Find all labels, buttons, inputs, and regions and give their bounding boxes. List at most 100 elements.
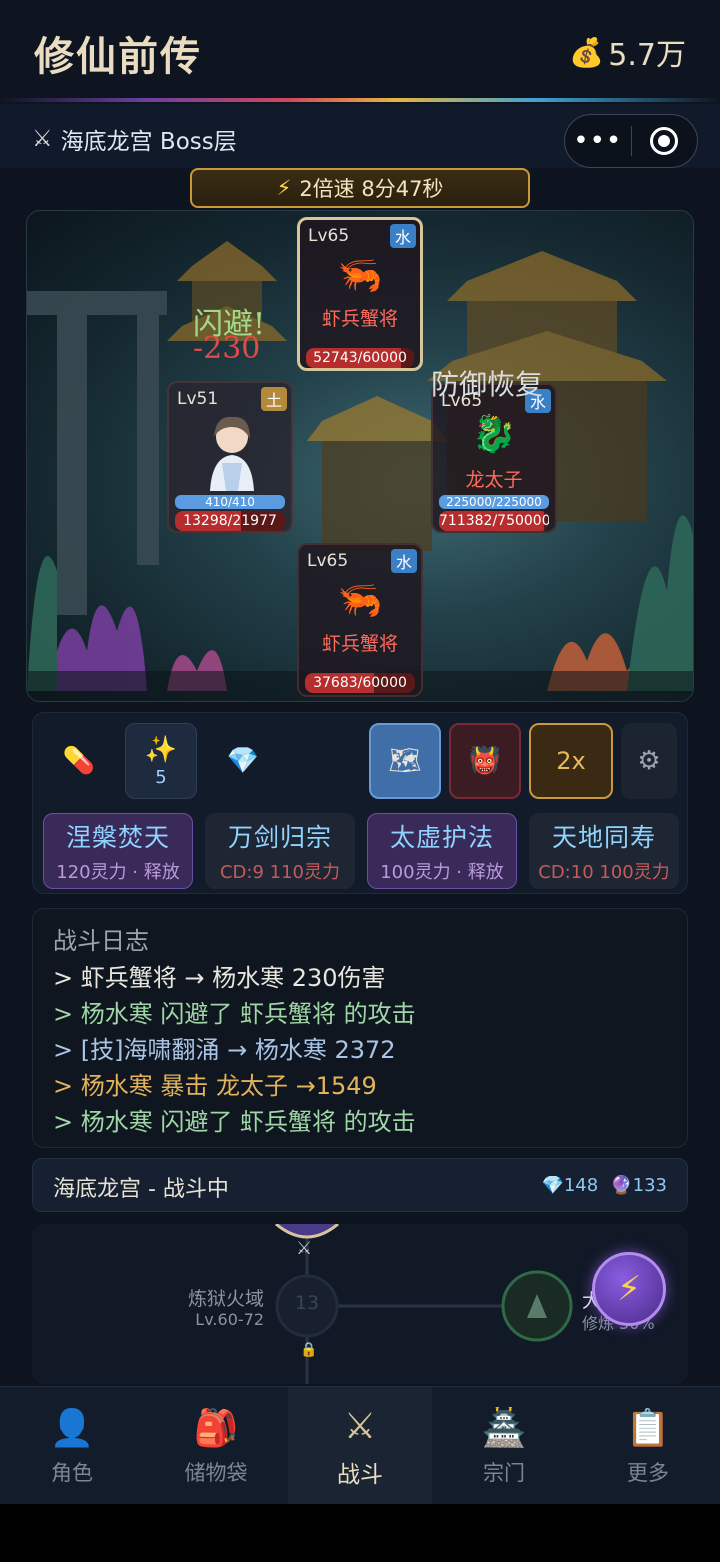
close-button[interactable] — [632, 127, 698, 155]
defense-restore-text: 防御恢复 — [431, 368, 544, 401]
backpack-icon: 🎒 — [193, 1408, 239, 1449]
crossed-swords-icon: ⚔ — [296, 1238, 313, 1259]
pill-button[interactable]: 💊 — [43, 723, 115, 799]
diamond-button[interactable]: 💎 — [207, 723, 279, 799]
speed-timer: ⚡ 2倍速 8分47秒 — [190, 168, 530, 208]
map-icon: 🗺 — [388, 746, 422, 776]
log-line: > 虾兵蟹将 → 杨水寒 230伤害 — [53, 964, 386, 992]
miniprogram-capsule: ••• — [564, 114, 698, 168]
node-name: 炼狱火域 — [187, 1288, 264, 1310]
bottom-tab-bar: 👤 角色 🎒 储物袋 ⚔ 战斗 🏯 宗门 📋 更多 — [0, 1386, 720, 1505]
skill-desc: CD:9 110灵力 — [219, 862, 341, 883]
lock-icon: 🔒 — [300, 1342, 318, 1358]
gold-display: 💰 5.7万 — [569, 30, 686, 74]
enemy-card-bottom[interactable]: Lv65 水 🦐 虾兵蟹将 37683/60000 — [297, 543, 423, 697]
boss-card[interactable]: Lv65 水 🐉 龙太子 225000/225000 711382/750000 — [431, 383, 557, 533]
status-text: 海底龙宫 - 战斗中 — [53, 1177, 229, 1202]
system-nav-area — [0, 1504, 720, 1562]
log-line: > 杨水寒 闪避了 虾兵蟹将 的攻击 — [53, 1000, 416, 1028]
demon-icon: 👹 — [468, 746, 502, 776]
diamond-icon: 💎 — [226, 746, 260, 776]
tab-inventory[interactable]: 🎒 储物袋 — [144, 1387, 288, 1505]
player-card[interactable]: Lv51 土 410/410 13298/21977 — [167, 381, 293, 533]
enemy-card-top[interactable]: Lv65 水 🦐 虾兵蟹将 52743/60000 — [297, 217, 423, 371]
world-map-strip[interactable]: ⚔ 炼狱火域 Lv.60-72 13 🔒 大 修炼 50% — [32, 1224, 688, 1384]
element-badge: 水 — [390, 224, 416, 248]
mp-text: 410/410 — [205, 495, 255, 509]
more-menu-button[interactable]: ••• — [565, 128, 631, 154]
stage-title: ⚔ 海底龙宫 Boss层 — [32, 122, 237, 156]
skill-name: 万剑归宗 — [227, 823, 332, 852]
skill-nirvana[interactable]: 涅槃焚天 120灵力 · 释放 — [43, 813, 193, 889]
item-count: 5 — [155, 766, 167, 788]
skill-heaven[interactable]: 天地同寿 CD:10 100灵力 — [529, 813, 679, 889]
unit-level: Lv65 — [308, 226, 350, 246]
crossed-swords-icon: ⚔ — [343, 1406, 377, 1447]
skill-name: 天地同寿 — [551, 823, 656, 852]
tab-label: 角色 — [51, 1461, 93, 1485]
log-line: > 杨水寒 暴击 龙太子 →1549 — [53, 1072, 377, 1100]
app-title: 修仙前传 — [34, 33, 202, 80]
top-bar: 修仙前传 💰 5.7万 — [0, 0, 720, 100]
orb-count: 🔮133 — [610, 1175, 667, 1196]
log-line: > 杨水寒 闪避了 虾兵蟹将 的攻击 — [53, 1108, 416, 1136]
lightning-icon: ⚡ — [276, 176, 292, 200]
tab-more[interactable]: 📋 更多 — [576, 1387, 720, 1505]
clipboard-icon: 📋 — [625, 1408, 671, 1449]
gear-icon: ⚙ — [637, 746, 661, 776]
skill-name: 涅槃焚天 — [65, 823, 170, 852]
settings-button[interactable]: ⚙ — [621, 723, 677, 799]
hp-bar: 52743/60000 — [306, 348, 414, 368]
tab-label: 宗门 — [483, 1461, 525, 1485]
tab-battle[interactable]: ⚔ 战斗 — [288, 1387, 432, 1505]
battle-arena: Lv65 水 🦐 虾兵蟹将 52743/60000 Lv51 土 410/410… — [26, 210, 694, 702]
tab-character[interactable]: 👤 角色 — [0, 1387, 144, 1505]
diamond-count: 💎148 — [541, 1175, 599, 1196]
speed-label: 2倍速 8分47秒 — [299, 177, 444, 201]
stage-name: 海底龙宫 Boss层 — [60, 129, 237, 155]
rainbow-divider — [0, 98, 720, 102]
demon-button[interactable]: 👹 — [449, 723, 521, 799]
sparkle-button[interactable]: ✨ 5 — [125, 723, 197, 799]
shrimp-icon: 🦐 — [337, 580, 383, 621]
shrimp-icon: 🦐 — [337, 255, 383, 296]
skill-desc: 120灵力 · 释放 — [56, 862, 180, 883]
player-avatar — [210, 416, 254, 491]
hp-text: 13298/21977 — [183, 513, 277, 529]
dragon-icon: 🐉 — [471, 414, 517, 455]
hp-bar: 37683/60000 — [305, 673, 415, 693]
hp-bar: 711382/750000 — [439, 511, 549, 531]
element-badge: 土 — [261, 387, 287, 411]
speed-toggle-button[interactable]: 2x — [529, 723, 613, 799]
person-icon: 👤 — [49, 1408, 95, 1449]
skill-desc: 100灵力 · 释放 — [380, 862, 504, 883]
node-level: Lv.60-72 — [195, 1310, 264, 1329]
battle-status-bar: 海底龙宫 - 战斗中 💎148 🔮133 — [32, 1158, 688, 1212]
quick-action-button[interactable]: ⚡ — [592, 1252, 666, 1326]
skill-sword[interactable]: 万剑归宗 CD:9 110灵力 — [205, 813, 355, 889]
target-icon — [650, 127, 679, 155]
sparkle-icon: ✨ — [144, 734, 178, 765]
unit-level: Lv51 — [177, 389, 219, 409]
hp-text: 37683/60000 — [313, 675, 407, 691]
lightning-icon: ⚡ — [617, 1269, 641, 1309]
skill-name: 太虚护法 — [389, 823, 494, 852]
pagoda-icon: 🏯 — [481, 1408, 527, 1449]
element-badge: 水 — [391, 549, 417, 573]
unit-name: 虾兵蟹将 — [321, 308, 398, 330]
log-title: 战斗日志 — [53, 927, 149, 955]
tab-label: 储物袋 — [184, 1461, 248, 1485]
unit-level: Lv65 — [307, 551, 349, 571]
unit-name: 龙太子 — [465, 469, 523, 491]
gold-amount: 5.7万 — [608, 38, 686, 73]
tab-sect[interactable]: 🏯 宗门 — [432, 1387, 576, 1505]
map-button[interactable]: 🗺 — [369, 723, 441, 799]
hp-bar: 13298/21977 — [175, 511, 285, 531]
mp-bar: 225000/225000 — [439, 495, 549, 509]
battle-log[interactable]: 战斗日志 > 虾兵蟹将 → 杨水寒 230伤害 > 杨水寒 闪避了 虾兵蟹将 的… — [32, 908, 688, 1148]
skill-guard[interactable]: 太虚护法 100灵力 · 释放 — [367, 813, 517, 889]
mp-text: 225000/225000 — [446, 495, 542, 509]
node-number: 13 — [294, 1292, 320, 1314]
skill-desc: CD:10 100灵力 — [538, 862, 670, 883]
pill-icon: 💊 — [62, 746, 96, 776]
